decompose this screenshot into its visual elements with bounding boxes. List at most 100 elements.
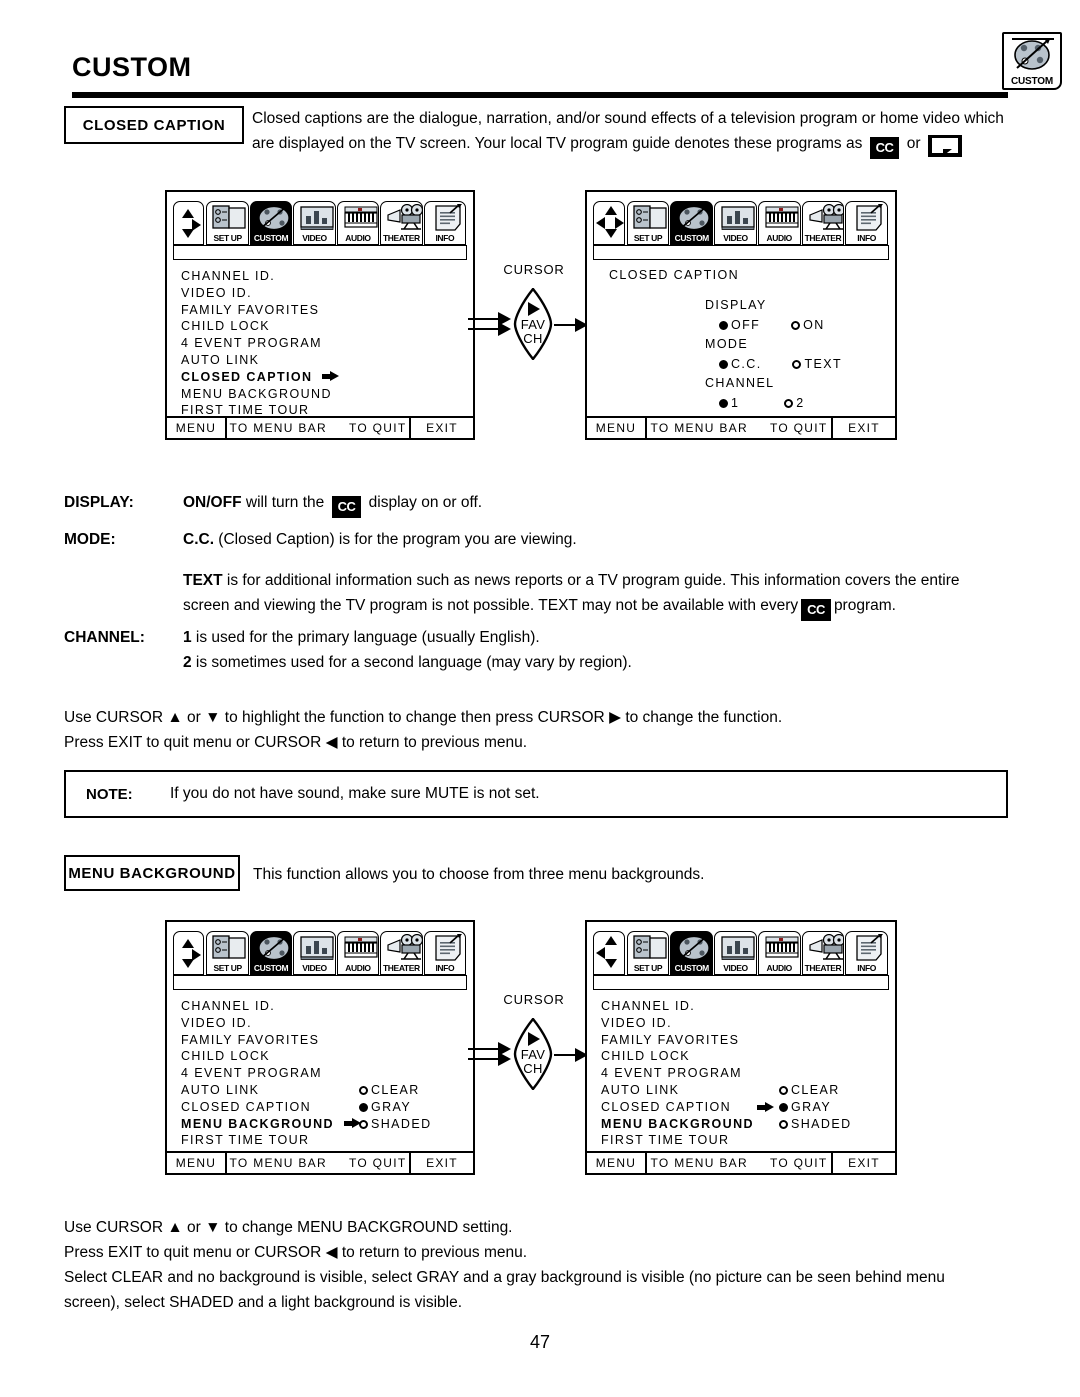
menubar-item-video[interactable]: VIDEO <box>293 201 336 245</box>
menu-row-label: CLOSED CAPTION <box>181 369 313 384</box>
mb-instr-l1b: or <box>187 1219 201 1236</box>
cc-option-cc[interactable]: C.C. <box>719 357 762 371</box>
menubar-item-video[interactable]: VIDEO <box>714 201 757 245</box>
menubar-item-info[interactable]: INFO <box>423 931 467 975</box>
menubar-item-setup[interactable]: SET UP <box>206 201 249 245</box>
radio-off[interactable] <box>719 320 728 330</box>
menu-row-child-lock[interactable]: CHILD LOCK <box>601 1048 754 1065</box>
menu-row-closed-caption[interactable]: CLOSED CAPTION <box>601 1099 754 1116</box>
menu-row-video-id[interactable]: VIDEO ID. <box>181 285 339 302</box>
footer-menu[interactable]: MENU <box>167 1153 227 1173</box>
menu-row-closed-caption[interactable]: CLOSED CAPTION <box>181 1099 361 1116</box>
menubar-item-setup[interactable]: SET UP <box>626 201 670 245</box>
menu-row-auto-link[interactable]: AUTO LINK <box>181 352 339 369</box>
menubar-item-custom[interactable]: CUSTOM <box>670 931 714 975</box>
cc-option-text[interactable]: TEXT <box>792 355 842 375</box>
menu-row-closed-caption[interactable]: CLOSED CAPTION <box>181 369 340 386</box>
menubar-item-info[interactable]: INFO <box>845 931 889 975</box>
radio-text[interactable] <box>792 359 802 369</box>
menubar-item-audio[interactable]: AUDIO <box>757 201 801 245</box>
menu-row-4-event-program[interactable]: 4 EVENT PROGRAM <box>181 335 339 352</box>
option-shaded[interactable]: SHADED <box>359 1116 432 1133</box>
menu-row-child-lock[interactable]: CHILD LOCK <box>181 318 339 335</box>
menubar-item-audio[interactable]: AUDIO <box>336 931 380 975</box>
menu-row-video-id[interactable]: VIDEO ID. <box>601 1015 754 1032</box>
theater-icon <box>806 933 844 962</box>
radio-channel-1[interactable] <box>719 398 728 408</box>
cc-detail-groups: DISPLAY OFF ON MODE C.C. TEXT CHANNEL 1 … <box>705 296 842 413</box>
option-gray[interactable]: GRAY <box>757 1099 852 1116</box>
channel-1-bold: 1 <box>183 629 192 646</box>
nav-arrows-cell <box>593 931 625 975</box>
tv-footer-3: MENU TO MENU BAR TO QUIT EXIT <box>167 1151 473 1173</box>
option-shaded[interactable]: SHADED <box>779 1116 852 1133</box>
arrow-left-icon <box>596 947 605 959</box>
tv-footer-4: MENU TO MENU BAR TO QUIT EXIT <box>587 1151 895 1173</box>
menubar-item-theater[interactable]: THEATER <box>380 931 423 975</box>
menubar-item-video[interactable]: VIDEO <box>293 931 336 975</box>
menu-row-4-event-program[interactable]: 4 EVENT PROGRAM <box>181 1065 361 1082</box>
menubar-item-custom[interactable]: CUSTOM <box>249 201 293 245</box>
menubar-item-info[interactable]: INFO <box>845 201 889 245</box>
menu-row-channel-id[interactable]: CHANNEL ID. <box>181 268 339 285</box>
menubar-item-setup[interactable]: SET UP <box>206 931 249 975</box>
cc-option-ch1[interactable]: 1 <box>719 396 739 410</box>
radio-shaded[interactable] <box>359 1119 368 1129</box>
menu-row-auto-link[interactable]: AUTO LINK <box>601 1082 754 1099</box>
menu-row-family-favorites[interactable]: FAMILY FAVORITES <box>181 1032 361 1049</box>
menubar-item-setup[interactable]: SET UP <box>626 931 670 975</box>
menubar-item-custom[interactable]: CUSTOM <box>670 201 714 245</box>
cc-option-ch2[interactable]: 2 <box>784 394 804 414</box>
cc-group-options-mode: C.C. TEXT <box>705 355 842 375</box>
fav-text: FAV <box>520 317 546 332</box>
footer-menu[interactable]: MENU <box>167 418 227 438</box>
footer-exit[interactable]: EXIT <box>833 418 895 438</box>
menu-row-4-event-program[interactable]: 4 EVENT PROGRAM <box>601 1065 754 1082</box>
menubar-item-custom[interactable]: CUSTOM <box>249 931 293 975</box>
cc-option-on[interactable]: ON <box>791 316 825 336</box>
footer-exit[interactable]: EXIT <box>833 1153 895 1173</box>
arrow-right-icon <box>615 217 624 229</box>
cc-chip-icon: CC <box>869 137 900 159</box>
footer-menu[interactable]: MENU <box>587 418 647 438</box>
menu-row-family-favorites[interactable]: FAMILY FAVORITES <box>181 302 339 319</box>
menu-row-first-time-tour[interactable]: FIRST TIME TOUR <box>601 1132 754 1149</box>
menu-row-menu-background[interactable]: MENU BACKGROUND <box>601 1116 754 1133</box>
radio-cc[interactable] <box>719 359 728 369</box>
menu-row-menu-background[interactable]: MENU BACKGROUND <box>181 386 339 403</box>
menubar-item-theater[interactable]: THEATER <box>801 201 845 245</box>
menubar-item-theater[interactable]: THEATER <box>380 201 423 245</box>
menubar-item-audio[interactable]: AUDIO <box>336 201 380 245</box>
menubar-item-video[interactable]: VIDEO <box>714 931 757 975</box>
radio-clear[interactable] <box>779 1086 788 1095</box>
menu-row-family-favorites[interactable]: FAMILY FAVORITES <box>601 1032 754 1049</box>
channel-definition-term: CHANNEL: <box>64 625 145 650</box>
menu-row-channel-id[interactable]: CHANNEL ID. <box>181 998 361 1015</box>
menu-row-label: MENU BACKGROUND <box>181 1116 334 1131</box>
option-clear[interactable]: CLEAR <box>779 1082 852 1099</box>
radio-gray[interactable] <box>779 1102 788 1112</box>
footer-exit[interactable]: EXIT <box>411 1153 473 1173</box>
menu-row-auto-link[interactable]: AUTO LINK <box>181 1082 361 1099</box>
footer-exit[interactable]: EXIT <box>411 418 473 438</box>
radio-on[interactable] <box>791 320 801 330</box>
setup-icon <box>631 934 667 962</box>
radio-clear[interactable] <box>359 1086 368 1095</box>
menu-row-child-lock[interactable]: CHILD LOCK <box>181 1048 361 1065</box>
cc-option-off[interactable]: OFF <box>719 318 760 332</box>
menubar-item-audio[interactable]: AUDIO <box>757 931 801 975</box>
menu-row-first-time-tour[interactable]: FIRST TIME TOUR <box>181 1132 361 1149</box>
radio-gray[interactable] <box>359 1102 368 1112</box>
caption-balloon-icon <box>927 135 962 157</box>
footer-menu[interactable]: MENU <box>587 1153 647 1173</box>
menubar-item-info[interactable]: INFO <box>423 201 467 245</box>
radio-channel-2[interactable] <box>784 398 794 408</box>
menu-row-video-id[interactable]: VIDEO ID. <box>181 1015 361 1032</box>
menu-row-menu-background[interactable]: MENU BACKGROUND <box>181 1116 361 1133</box>
option-gray[interactable]: GRAY <box>359 1099 432 1116</box>
option-clear[interactable]: CLEAR <box>359 1082 432 1099</box>
menubar-item-theater[interactable]: THEATER <box>801 931 845 975</box>
video-icon <box>718 934 755 962</box>
radio-shaded[interactable] <box>779 1119 788 1129</box>
menu-row-channel-id[interactable]: CHANNEL ID. <box>601 998 754 1015</box>
